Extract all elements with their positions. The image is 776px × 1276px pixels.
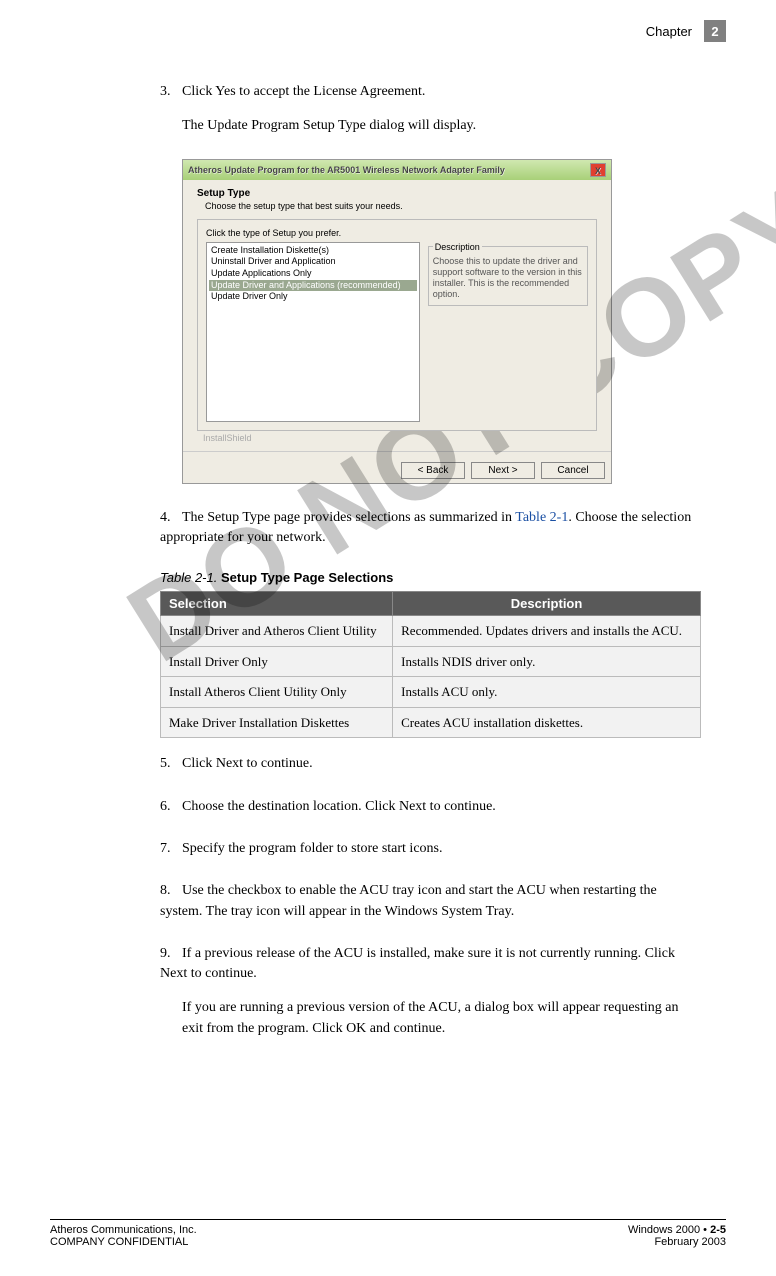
page-footer: Atheros Communications, Inc. COMPANY CON… [50, 1219, 726, 1248]
step-number: 4. [160, 508, 182, 528]
description-fieldset: Description Choose this to update the dr… [428, 242, 588, 306]
content-area: 3.Click Yes to accept the License Agreem… [50, 82, 726, 1039]
panel-label: Click the type of Setup you prefer. [206, 228, 588, 238]
table-caption: Table 2-1. Setup Type Page Selections [160, 570, 701, 585]
step-text: Click Next to continue. [182, 756, 313, 771]
step-number: 6. [160, 797, 182, 817]
step-number: 5. [160, 754, 182, 774]
page-header: Chapter 2 [50, 20, 726, 42]
dialog-body: Setup Type Choose the setup type that be… [183, 180, 611, 449]
steps-list-3: 5.Click Next to continue. 6.Choose the d… [160, 754, 701, 1039]
list-item[interactable]: Create Installation Diskette(s) [209, 245, 417, 257]
list-item[interactable]: Update Driver Only [209, 291, 417, 303]
step-number: 7. [160, 839, 182, 859]
step-4: 4.The Setup Type page provides selection… [160, 508, 701, 549]
step-number: 3. [160, 82, 182, 102]
next-button[interactable]: Next > [471, 462, 535, 479]
footer-date: February 2003 [628, 1236, 726, 1248]
list-item[interactable]: Update Applications Only [209, 268, 417, 280]
footer-doc-title: Windows 2000 • 2-5 [628, 1224, 726, 1236]
table-caption-title: Setup Type Page Selections [221, 570, 393, 585]
back-button[interactable]: < Back [401, 462, 465, 479]
step-text: Click Yes to accept the License Agreemen… [182, 84, 425, 99]
cell-description: Installs ACU only. [393, 677, 701, 708]
table-row: Install Atheros Client Utility OnlyInsta… [161, 677, 701, 708]
cell-description: Installs NDIS driver only. [393, 646, 701, 677]
table-row: Install Driver OnlyInstalls NDIS driver … [161, 646, 701, 677]
setup-type-heading: Setup Type [197, 188, 597, 199]
setup-dialog: Atheros Update Program for the AR5001 Wi… [182, 159, 612, 484]
step-number: 9. [160, 944, 182, 964]
close-icon[interactable]: X [590, 163, 606, 177]
step-9: 9.If a previous release of the ACU is in… [160, 944, 701, 1039]
col-selection: Selection [161, 592, 393, 616]
step-subtext: The Update Program Setup Type dialog wil… [182, 116, 701, 136]
step-3: 3.Click Yes to accept the License Agreem… [160, 82, 701, 137]
cell-description: Recommended. Updates drivers and install… [393, 616, 701, 647]
description-box: Description Choose this to update the dr… [428, 242, 588, 422]
step-text: Specify the program folder to store star… [182, 841, 442, 856]
step-text: If a previous release of the ACU is inst… [160, 946, 675, 981]
footer-company: Atheros Communications, Inc. [50, 1224, 197, 1236]
chapter-label: Chapter [646, 24, 692, 39]
table-row: Make Driver Installation DiskettesCreate… [161, 707, 701, 738]
cell-selection: Install Driver Only [161, 646, 393, 677]
table-header-row: Selection Description [161, 592, 701, 616]
setup-selections-table: Selection Description Install Driver and… [160, 591, 701, 738]
steps-list-2: 4.The Setup Type page provides selection… [160, 508, 701, 549]
description-text: Choose this to update the driver and sup… [433, 256, 583, 301]
chapter-number-badge: 2 [704, 20, 726, 42]
footer-confidential: COMPANY CONFIDENTIAL [50, 1236, 197, 1248]
step-7: 7.Specify the program folder to store st… [160, 839, 701, 859]
list-item-selected[interactable]: Update Driver and Applications (recommen… [209, 280, 417, 292]
setup-panel: Click the type of Setup you prefer. Crea… [197, 219, 597, 431]
cancel-button[interactable]: Cancel [541, 462, 605, 479]
dialog-title: Atheros Update Program for the AR5001 Wi… [188, 165, 505, 175]
step-text-a: The Setup Type page provides selections … [182, 510, 515, 525]
step-subtext: If you are running a previous version of… [182, 998, 701, 1039]
col-description: Description [393, 592, 701, 616]
step-number: 8. [160, 881, 182, 901]
table-reference-link[interactable]: Table 2-1 [515, 510, 568, 525]
installshield-label: InstallShield [197, 431, 597, 443]
dialog-button-row: < Back Next > Cancel [183, 451, 611, 483]
step-6: 6.Choose the destination location. Click… [160, 797, 701, 817]
setup-type-subtext: Choose the setup type that best suits yo… [205, 201, 597, 211]
table-caption-prefix: Table 2-1. [160, 570, 217, 585]
page-number: 2-5 [710, 1224, 726, 1236]
dialog-titlebar: Atheros Update Program for the AR5001 Wi… [183, 160, 611, 180]
cell-selection: Make Driver Installation Diskettes [161, 707, 393, 738]
setup-type-listbox[interactable]: Create Installation Diskette(s) Uninstal… [206, 242, 420, 422]
footer-left: Atheros Communications, Inc. COMPANY CON… [50, 1224, 197, 1248]
step-text: Use the checkbox to enable the ACU tray … [160, 883, 657, 918]
cell-selection: Install Driver and Atheros Client Utilit… [161, 616, 393, 647]
step-8: 8.Use the checkbox to enable the ACU tra… [160, 881, 701, 922]
description-legend: Description [433, 242, 482, 252]
list-item[interactable]: Uninstall Driver and Application [209, 256, 417, 268]
cell-description: Creates ACU installation diskettes. [393, 707, 701, 738]
footer-right: Windows 2000 • 2-5 February 2003 [628, 1224, 726, 1248]
table-row: Install Driver and Atheros Client Utilit… [161, 616, 701, 647]
step-text: Choose the destination location. Click N… [182, 799, 496, 814]
steps-list: 3.Click Yes to accept the License Agreem… [160, 82, 701, 137]
step-5: 5.Click Next to continue. [160, 754, 701, 774]
cell-selection: Install Atheros Client Utility Only [161, 677, 393, 708]
